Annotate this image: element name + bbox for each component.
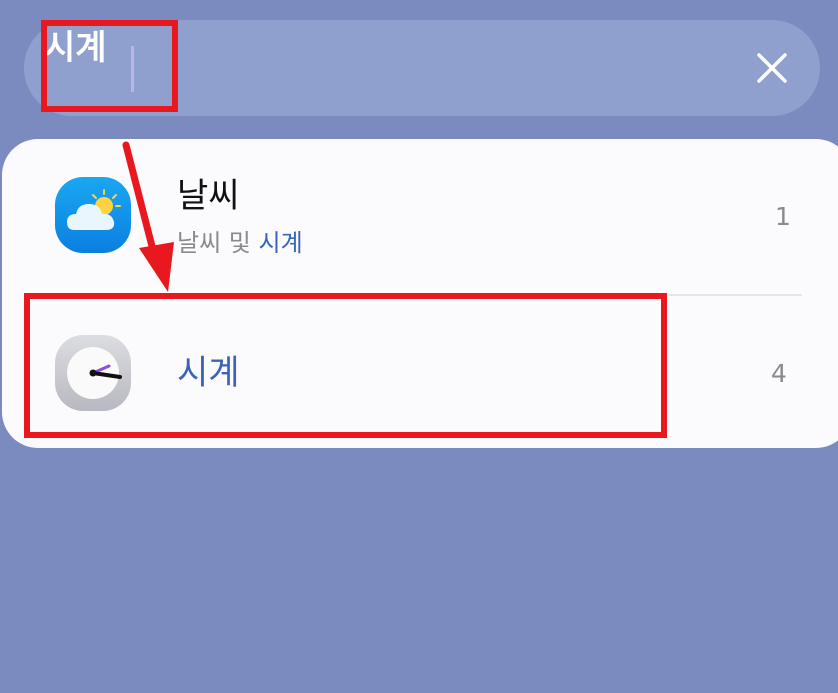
annotation-arrow xyxy=(122,141,174,292)
